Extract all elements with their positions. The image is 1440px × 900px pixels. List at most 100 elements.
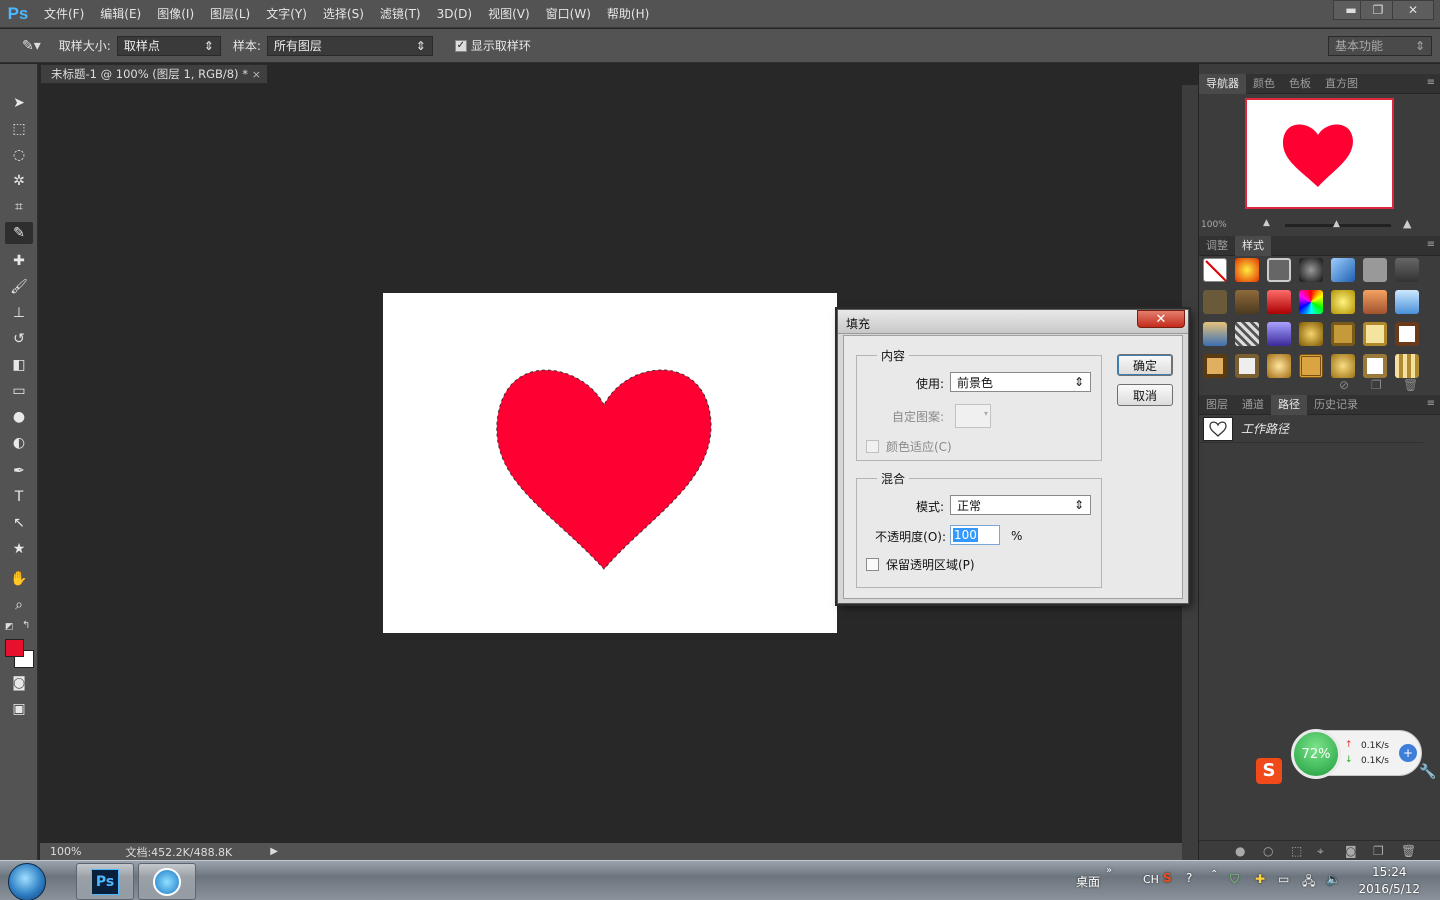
use-select[interactable]: 前景色 ⇕	[950, 372, 1091, 392]
input-language[interactable]: CH	[1143, 873, 1159, 886]
stamp-tool-icon[interactable]: ⊥	[5, 302, 33, 324]
zoom-level[interactable]: 100%	[50, 845, 81, 858]
zoom-in-icon[interactable]: ▲	[1403, 217, 1411, 230]
new-style-icon[interactable]: ❐	[1371, 378, 1382, 392]
style-swatch[interactable]	[1299, 322, 1323, 346]
status-menu-arrow-icon[interactable]: ▶	[270, 846, 278, 857]
delete-path-icon[interactable]: 🗑	[1401, 844, 1416, 858]
shape-tool-icon[interactable]: ★	[5, 538, 33, 560]
tab-layers[interactable]: 图层	[1199, 395, 1235, 415]
menu-layer[interactable]: 图层(L)	[202, 0, 258, 28]
style-swatch-none[interactable]	[1203, 258, 1227, 282]
navigator-preview[interactable]	[1245, 98, 1394, 209]
cancel-button[interactable]: 取消	[1117, 384, 1173, 406]
style-swatch[interactable]	[1395, 322, 1419, 346]
add-mask-icon[interactable]: ◙	[1345, 844, 1357, 858]
lasso-tool-icon[interactable]: ◌	[5, 144, 33, 166]
menu-select[interactable]: 选择(S)	[315, 0, 372, 28]
tab-styles[interactable]: 样式	[1235, 235, 1271, 256]
tab-channels[interactable]: 通道	[1235, 395, 1271, 415]
style-swatch[interactable]	[1331, 354, 1355, 378]
clear-style-icon[interactable]: ⊘	[1339, 378, 1349, 392]
menu-edit[interactable]: 编辑(E)	[92, 0, 149, 28]
mode-select[interactable]: 正常 ⇕	[950, 495, 1091, 515]
start-button[interactable]	[8, 863, 46, 900]
navigator-zoom-value[interactable]: 100%	[1201, 220, 1227, 230]
restore-button[interactable]: ❐	[1360, 0, 1396, 20]
preserve-transparency-checkbox[interactable]	[866, 558, 879, 571]
memory-usage-badge[interactable]: 72%	[1291, 729, 1341, 779]
zoom-tool-icon[interactable]: ⌕	[5, 594, 33, 616]
tray-overflow-icon[interactable]: ⌃	[1210, 869, 1218, 880]
style-swatch[interactable]	[1235, 322, 1259, 346]
show-ring-checkbox[interactable]: ✓	[454, 39, 467, 52]
hand-tool-icon[interactable]: ✋	[5, 568, 33, 590]
load-selection-icon[interactable]: ⬚	[1291, 844, 1302, 858]
menu-filter[interactable]: 滤镜(T)	[372, 0, 429, 28]
dodge-tool-icon[interactable]: ◐	[5, 432, 33, 454]
dialog-titlebar[interactable]: 填充 ✕	[838, 310, 1188, 334]
marquee-tool-icon[interactable]: ⬚	[5, 118, 33, 140]
document-canvas[interactable]	[383, 293, 837, 633]
history-brush-tool-icon[interactable]: ↺	[5, 328, 33, 350]
menu-window[interactable]: 窗口(W)	[538, 0, 599, 28]
style-swatch[interactable]	[1395, 258, 1419, 282]
menu-image[interactable]: 图像(I)	[149, 0, 202, 28]
move-tool-icon[interactable]: ➤	[5, 92, 33, 114]
zoom-out-icon[interactable]: ▲	[1263, 218, 1270, 228]
network-speed-widget[interactable]: 72% ↑ 0.1K/s ↓ 0.1K/s +	[1291, 729, 1422, 779]
custom-pattern-picker[interactable]: ▾	[955, 404, 991, 428]
tab-navigator[interactable]: 导航器	[1199, 73, 1246, 94]
volume-icon[interactable]: 🔈	[1326, 872, 1341, 886]
tray-app-icon[interactable]: ✚	[1255, 872, 1265, 886]
toolbar-expand-icon[interactable]: »	[1106, 865, 1112, 876]
menu-type[interactable]: 文字(Y)	[258, 0, 315, 28]
style-swatch[interactable]	[1235, 354, 1259, 378]
panel-menu-icon[interactable]: ≡	[1427, 239, 1435, 250]
style-swatch[interactable]	[1235, 290, 1259, 314]
opacity-input[interactable]: 100	[950, 525, 1000, 545]
healing-brush-tool-icon[interactable]: ✚	[5, 250, 33, 272]
eyedropper-preset-icon[interactable]: ✎▾	[22, 38, 41, 54]
tray-app-icon[interactable]: ▭	[1278, 872, 1289, 886]
tab-paths[interactable]: 路径	[1271, 394, 1307, 415]
style-swatch[interactable]	[1331, 258, 1355, 282]
brush-tool-icon[interactable]: 🖌	[5, 276, 33, 298]
style-swatch[interactable]	[1331, 290, 1355, 314]
menu-3d[interactable]: 3D(D)	[429, 0, 480, 28]
add-icon[interactable]: +	[1399, 744, 1417, 762]
style-swatch[interactable]	[1395, 354, 1419, 378]
security-shield-icon[interactable]: ⛉	[1230, 872, 1239, 887]
menu-file[interactable]: 文件(F)	[36, 0, 92, 28]
tab-histogram[interactable]: 直方图	[1318, 74, 1365, 94]
style-swatch[interactable]	[1267, 322, 1291, 346]
menu-help[interactable]: 帮助(H)	[599, 0, 657, 28]
sample-size-select[interactable]: 取样点 ⇕	[116, 35, 221, 56]
eyedropper-tool-icon[interactable]: ✎	[5, 222, 33, 244]
network-icon[interactable]: 🖧	[1302, 872, 1315, 893]
taskbar-photoshop[interactable]: Ps	[76, 863, 134, 900]
sample-select[interactable]: 所有图层 ⇕	[266, 35, 433, 56]
sogou-tray-icon[interactable]: S	[1163, 871, 1172, 885]
color-adapt-checkbox[interactable]	[866, 440, 879, 453]
panel-menu-icon[interactable]: ≡	[1427, 398, 1435, 409]
style-swatch[interactable]	[1267, 290, 1291, 314]
taskbar-browser[interactable]	[138, 863, 196, 900]
dialog-close-button[interactable]: ✕	[1137, 310, 1185, 328]
new-path-icon[interactable]: ❐	[1373, 844, 1384, 858]
tab-adjustments[interactable]: 调整	[1199, 236, 1235, 256]
menu-view[interactable]: 视图(V)	[480, 0, 538, 28]
eraser-tool-icon[interactable]: ◧	[5, 354, 33, 376]
desktop-toolbar-label[interactable]: 桌面	[1076, 873, 1100, 890]
foreground-color-swatch[interactable]	[5, 639, 24, 657]
style-swatch[interactable]	[1363, 354, 1387, 378]
sogou-ime-icon[interactable]: S	[1256, 758, 1282, 784]
default-colors-icon[interactable]: ◩	[5, 622, 14, 632]
quick-mask-icon[interactable]: ◙	[5, 672, 33, 694]
style-swatch[interactable]	[1331, 322, 1355, 346]
style-swatch[interactable]	[1299, 354, 1323, 378]
clock[interactable]: 15:24 2016/5/12	[1358, 864, 1420, 898]
wrench-icon[interactable]: 🔧	[1419, 764, 1436, 780]
style-swatch[interactable]	[1267, 258, 1291, 282]
path-row-work-path[interactable]: 工作路径	[1199, 415, 1423, 443]
